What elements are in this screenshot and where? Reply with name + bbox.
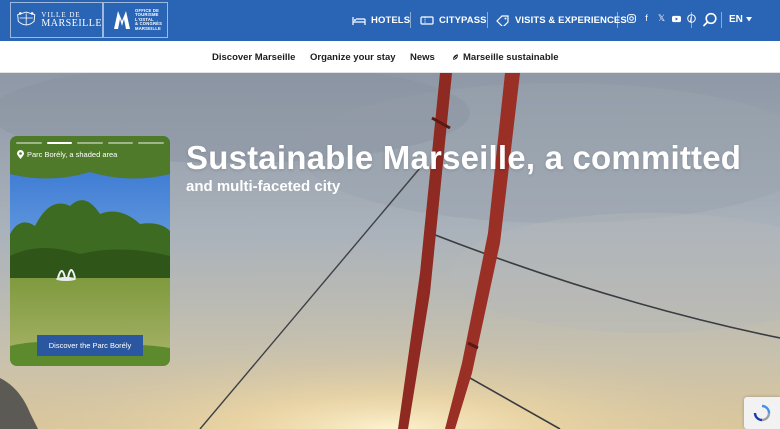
caret-down-icon	[745, 17, 752, 22]
subnav-organize-stay[interactable]: Organize your stay	[310, 52, 396, 63]
nav-hotels[interactable]: HOTELS	[352, 15, 410, 26]
secondary-nav: Discover Marseille Organize your stay Ne…	[0, 41, 780, 73]
instagram-icon[interactable]	[627, 14, 636, 23]
tag-icon	[496, 15, 509, 26]
nav-citypass-label: CITYPASS	[439, 15, 487, 26]
progress-segment	[77, 142, 103, 144]
subnav-marseille-sustainable[interactable]: Marseille sustainable	[452, 52, 559, 63]
progress-segment	[107, 142, 134, 144]
progress-segment	[138, 142, 164, 144]
facebook-icon[interactable]: f	[642, 14, 651, 23]
nav-visits-label: VISITS & EXPERIENCES	[515, 15, 627, 26]
story-progress	[16, 142, 164, 144]
recaptcha-badge[interactable]	[744, 397, 780, 429]
bed-icon	[352, 17, 366, 25]
progress-segment	[16, 142, 42, 144]
nav-divider	[410, 12, 411, 28]
leaf-icon	[452, 53, 459, 61]
subnav-sustainable-label: Marseille sustainable	[463, 52, 559, 63]
logo-ot-line: MARSEILLE	[135, 25, 161, 31]
logo-ville-line2: MARSEILLE	[41, 17, 102, 29]
top-header: VILLE DE MARSEILLE OFFICE DE TOURISME L'…	[0, 0, 780, 41]
card-location-text: Parc Borély, a shaded area	[27, 150, 118, 159]
search-icon[interactable]	[702, 12, 718, 28]
language-label: EN	[729, 14, 743, 25]
nav-divider	[487, 12, 488, 28]
nav-hotels-label: HOTELS	[371, 15, 411, 26]
subnav-discover-marseille[interactable]: Discover Marseille	[212, 52, 295, 63]
office-tourisme-mark-icon	[114, 11, 130, 29]
nav-citypass[interactable]: CITYPASS	[420, 15, 487, 26]
tourism-office-logo[interactable]: OFFICE DE TOURISME L'OSTAL & CONGRÈS MAR…	[103, 2, 168, 38]
story-card[interactable]: Parc Borély, a shaded area Discover the …	[10, 136, 170, 366]
subnav-news[interactable]: News	[410, 52, 435, 63]
language-selector[interactable]: EN	[729, 14, 752, 25]
nav-divider	[691, 12, 692, 28]
social-links: f 𝕏	[627, 14, 696, 23]
parc-borely-image	[10, 136, 170, 366]
card-location: Parc Borély, a shaded area	[17, 150, 117, 159]
hero-subtitle: and multi-faceted city	[186, 178, 341, 195]
nav-visits-experiences[interactable]: VISITS & EXPERIENCES	[496, 15, 627, 26]
ticket-icon	[420, 16, 434, 25]
hero-title: Sustainable Marseille, a committed	[186, 139, 742, 176]
ville-de-marseille-logo[interactable]: VILLE DE MARSEILLE	[10, 2, 103, 38]
nav-divider	[721, 12, 722, 28]
x-icon[interactable]: 𝕏	[657, 14, 666, 23]
location-pin-icon	[17, 150, 24, 159]
progress-segment-active	[46, 142, 73, 144]
recaptcha-icon	[753, 404, 771, 422]
youtube-icon[interactable]	[672, 14, 681, 23]
nav-divider	[617, 12, 618, 28]
city-crest-icon	[17, 11, 36, 26]
discover-parc-borely-button[interactable]: Discover the Parc Borély	[37, 335, 143, 356]
